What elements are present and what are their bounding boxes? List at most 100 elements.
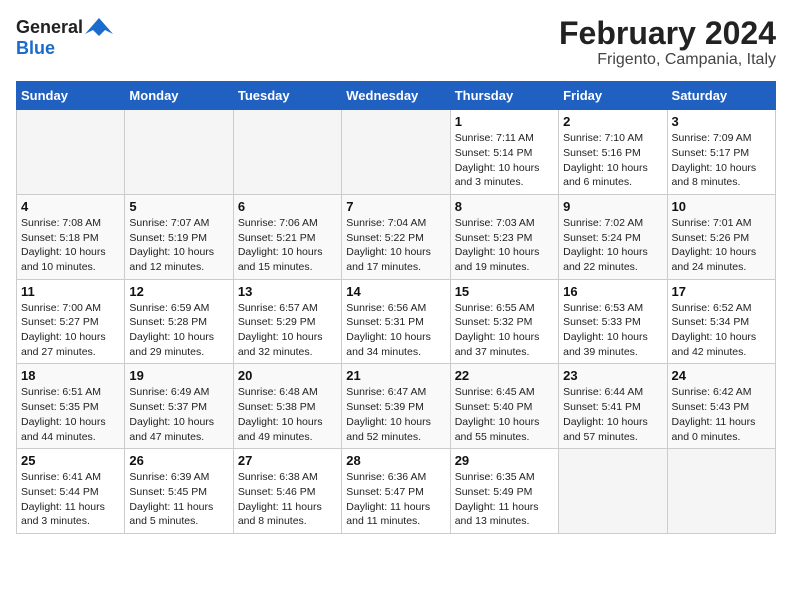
- calendar-cell: [667, 449, 775, 534]
- weekday-header: Friday: [559, 82, 667, 110]
- day-info: Sunrise: 6:51 AM Sunset: 5:35 PM Dayligh…: [21, 385, 120, 444]
- calendar-cell: 19 Sunrise: 6:49 AM Sunset: 5:37 PM Dayli…: [125, 364, 233, 449]
- day-info: Sunrise: 6:41 AM Sunset: 5:44 PM Dayligh…: [21, 470, 120, 529]
- calendar-table: SundayMondayTuesdayWednesdayThursdayFrid…: [16, 81, 776, 534]
- day-number: 16: [563, 284, 662, 299]
- weekday-header: Monday: [125, 82, 233, 110]
- calendar-cell: 3Sunrise: 7:09 AM Sunset: 5:17 PM Daylig…: [667, 110, 775, 195]
- calendar-cell: 18 Sunrise: 6:51 AM Sunset: 5:35 PM Dayli…: [17, 364, 125, 449]
- day-info: Sunrise: 6:35 AM Sunset: 5:49 PM Dayligh…: [455, 470, 554, 529]
- day-info: Sunrise: 6:48 AM Sunset: 5:38 PM Dayligh…: [238, 385, 337, 444]
- calendar-cell: 7 Sunrise: 7:04 AM Sunset: 5:22 PM Daylig…: [342, 194, 450, 279]
- day-info: Sunrise: 6:53 AM Sunset: 5:33 PM Dayligh…: [563, 301, 662, 360]
- day-number: 28: [346, 453, 445, 468]
- logo-bird-icon: [85, 16, 113, 38]
- day-info: Sunrise: 6:44 AM Sunset: 5:41 PM Dayligh…: [563, 385, 662, 444]
- calendar-week-row: 11 Sunrise: 7:00 AM Sunset: 5:27 PM Dayli…: [17, 279, 776, 364]
- calendar-cell: 13 Sunrise: 6:57 AM Sunset: 5:29 PM Dayli…: [233, 279, 341, 364]
- calendar-cell: 14 Sunrise: 6:56 AM Sunset: 5:31 PM Dayli…: [342, 279, 450, 364]
- day-info: Sunrise: 6:49 AM Sunset: 5:37 PM Dayligh…: [129, 385, 228, 444]
- calendar-week-row: 1Sunrise: 7:11 AM Sunset: 5:14 PM Daylig…: [17, 110, 776, 195]
- day-info: Sunrise: 6:47 AM Sunset: 5:39 PM Dayligh…: [346, 385, 445, 444]
- day-info: Sunrise: 7:07 AM Sunset: 5:19 PM Dayligh…: [129, 216, 228, 275]
- day-number: 4: [21, 199, 120, 214]
- day-number: 9: [563, 199, 662, 214]
- day-info: Sunrise: 7:06 AM Sunset: 5:21 PM Dayligh…: [238, 216, 337, 275]
- calendar-cell: 24Sunrise: 6:42 AM Sunset: 5:43 PM Dayli…: [667, 364, 775, 449]
- day-info: Sunrise: 7:02 AM Sunset: 5:24 PM Dayligh…: [563, 216, 662, 275]
- weekday-header: Tuesday: [233, 82, 341, 110]
- calendar-cell: 6 Sunrise: 7:06 AM Sunset: 5:21 PM Daylig…: [233, 194, 341, 279]
- day-number: 8: [455, 199, 554, 214]
- calendar-cell: 8 Sunrise: 7:03 AM Sunset: 5:23 PM Daylig…: [450, 194, 558, 279]
- calendar-cell: 12 Sunrise: 6:59 AM Sunset: 5:28 PM Dayli…: [125, 279, 233, 364]
- calendar-cell: 17 Sunrise: 6:52 AM Sunset: 5:34 PM Dayli…: [667, 279, 775, 364]
- day-info: Sunrise: 7:09 AM Sunset: 5:17 PM Dayligh…: [672, 131, 771, 190]
- day-number: 20: [238, 368, 337, 383]
- calendar-cell: [559, 449, 667, 534]
- title-block: February 2024 Frigento, Campania, Italy: [559, 16, 776, 69]
- calendar-cell: [342, 110, 450, 195]
- calendar-cell: 10Sunrise: 7:01 AM Sunset: 5:26 PM Dayli…: [667, 194, 775, 279]
- day-number: 18: [21, 368, 120, 383]
- day-info: Sunrise: 6:45 AM Sunset: 5:40 PM Dayligh…: [455, 385, 554, 444]
- calendar-week-row: 25 Sunrise: 6:41 AM Sunset: 5:44 PM Dayli…: [17, 449, 776, 534]
- day-number: 6: [238, 199, 337, 214]
- day-info: Sunrise: 6:39 AM Sunset: 5:45 PM Dayligh…: [129, 470, 228, 529]
- day-info: Sunrise: 6:56 AM Sunset: 5:31 PM Dayligh…: [346, 301, 445, 360]
- calendar-cell: 21 Sunrise: 6:47 AM Sunset: 5:39 PM Dayli…: [342, 364, 450, 449]
- day-number: 25: [21, 453, 120, 468]
- day-info: Sunrise: 6:38 AM Sunset: 5:46 PM Dayligh…: [238, 470, 337, 529]
- calendar-cell: 22 Sunrise: 6:45 AM Sunset: 5:40 PM Dayli…: [450, 364, 558, 449]
- calendar-body: 1Sunrise: 7:11 AM Sunset: 5:14 PM Daylig…: [17, 110, 776, 534]
- logo-general: General: [16, 17, 83, 38]
- day-info: Sunrise: 7:00 AM Sunset: 5:27 PM Dayligh…: [21, 301, 120, 360]
- calendar-cell: 28 Sunrise: 6:36 AM Sunset: 5:47 PM Dayli…: [342, 449, 450, 534]
- day-info: Sunrise: 6:55 AM Sunset: 5:32 PM Dayligh…: [455, 301, 554, 360]
- day-info: Sunrise: 7:03 AM Sunset: 5:23 PM Dayligh…: [455, 216, 554, 275]
- day-number: 2: [563, 114, 662, 129]
- calendar-cell: [233, 110, 341, 195]
- weekday-header: Sunday: [17, 82, 125, 110]
- day-number: 21: [346, 368, 445, 383]
- calendar-cell: 9 Sunrise: 7:02 AM Sunset: 5:24 PM Daylig…: [559, 194, 667, 279]
- calendar-cell: 26Sunrise: 6:39 AM Sunset: 5:45 PM Dayli…: [125, 449, 233, 534]
- logo: General Blue: [16, 16, 113, 59]
- day-number: 14: [346, 284, 445, 299]
- day-info: Sunrise: 7:10 AM Sunset: 5:16 PM Dayligh…: [563, 131, 662, 190]
- calendar-cell: 27 Sunrise: 6:38 AM Sunset: 5:46 PM Dayli…: [233, 449, 341, 534]
- calendar-cell: [17, 110, 125, 195]
- calendar-cell: 11 Sunrise: 7:00 AM Sunset: 5:27 PM Dayli…: [17, 279, 125, 364]
- day-info: Sunrise: 6:36 AM Sunset: 5:47 PM Dayligh…: [346, 470, 445, 529]
- day-info: Sunrise: 7:04 AM Sunset: 5:22 PM Dayligh…: [346, 216, 445, 275]
- day-number: 7: [346, 199, 445, 214]
- calendar-cell: 2 Sunrise: 7:10 AM Sunset: 5:16 PM Daylig…: [559, 110, 667, 195]
- day-number: 24: [672, 368, 771, 383]
- calendar-cell: 16 Sunrise: 6:53 AM Sunset: 5:33 PM Dayli…: [559, 279, 667, 364]
- day-number: 19: [129, 368, 228, 383]
- day-number: 1: [455, 114, 554, 129]
- calendar-cell: 20 Sunrise: 6:48 AM Sunset: 5:38 PM Dayli…: [233, 364, 341, 449]
- calendar-cell: 29 Sunrise: 6:35 AM Sunset: 5:49 PM Dayli…: [450, 449, 558, 534]
- page-subtitle: Frigento, Campania, Italy: [559, 51, 776, 69]
- day-number: 29: [455, 453, 554, 468]
- calendar-week-row: 4 Sunrise: 7:08 AM Sunset: 5:18 PM Daylig…: [17, 194, 776, 279]
- weekday-header: Wednesday: [342, 82, 450, 110]
- day-number: 22: [455, 368, 554, 383]
- day-number: 27: [238, 453, 337, 468]
- day-number: 12: [129, 284, 228, 299]
- day-number: 11: [21, 284, 120, 299]
- calendar-cell: 25 Sunrise: 6:41 AM Sunset: 5:44 PM Dayli…: [17, 449, 125, 534]
- day-info: Sunrise: 7:01 AM Sunset: 5:26 PM Dayligh…: [672, 216, 771, 275]
- day-info: Sunrise: 6:57 AM Sunset: 5:29 PM Dayligh…: [238, 301, 337, 360]
- day-number: 17: [672, 284, 771, 299]
- day-info: Sunrise: 6:59 AM Sunset: 5:28 PM Dayligh…: [129, 301, 228, 360]
- day-info: Sunrise: 6:52 AM Sunset: 5:34 PM Dayligh…: [672, 301, 771, 360]
- day-number: 15: [455, 284, 554, 299]
- calendar-cell: 15 Sunrise: 6:55 AM Sunset: 5:32 PM Dayli…: [450, 279, 558, 364]
- day-number: 13: [238, 284, 337, 299]
- calendar-week-row: 18 Sunrise: 6:51 AM Sunset: 5:35 PM Dayli…: [17, 364, 776, 449]
- logo-blue: Blue: [16, 38, 55, 58]
- calendar-cell: 4 Sunrise: 7:08 AM Sunset: 5:18 PM Daylig…: [17, 194, 125, 279]
- day-info: Sunrise: 7:08 AM Sunset: 5:18 PM Dayligh…: [21, 216, 120, 275]
